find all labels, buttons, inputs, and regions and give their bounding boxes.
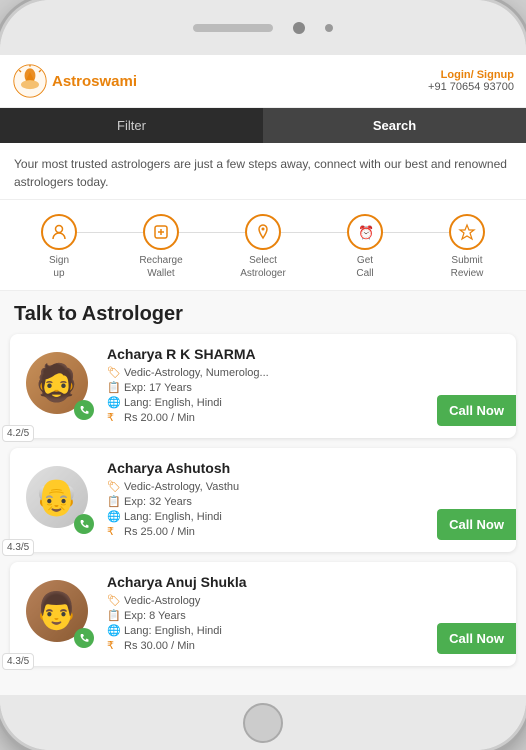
- call-now-button-2[interactable]: Call Now: [437, 623, 516, 654]
- tab-search[interactable]: Search: [263, 108, 526, 143]
- phone-bottom-bar: [0, 695, 526, 750]
- app-header: Astroswami Login/ Signup +91 70654 93700: [0, 55, 526, 108]
- call-badge-2: [74, 628, 94, 648]
- exp-row-0: 📋 Exp: 17 Years: [107, 381, 504, 394]
- price-2: Rs 30.00 / Min: [124, 640, 195, 652]
- rupee-icon-2: ₹: [107, 639, 119, 652]
- step-call-label: GetCall: [356, 254, 373, 280]
- specialty-row-2: 🏷 Vedic-Astrology: [107, 594, 504, 607]
- card-left-0: 🧔 4.2/5: [22, 352, 97, 420]
- call-now-button-0[interactable]: Call Now: [437, 395, 516, 426]
- exp-1: Exp: 32 Years: [124, 496, 192, 508]
- astrologer-card-2: 👨 4.3/5 Acharya Anuj Shukla 🏷 Vedic-: [10, 562, 516, 666]
- step-call: ⏰ GetCall: [314, 214, 416, 280]
- step-select-icon: [245, 214, 281, 250]
- avatar-0: 🧔: [26, 352, 94, 420]
- specialty-icon-2: 🏷: [107, 594, 119, 607]
- specialty-row-0: 🏷 Vedic-Astrology, Numerolog...: [107, 366, 504, 379]
- logo-icon: [12, 63, 48, 99]
- astro-name-0: Acharya R K SHARMA: [107, 346, 504, 362]
- call-badge-0: [74, 400, 94, 420]
- specialty-row-1: 🏷 Vedic-Astrology, Vasthu: [107, 480, 504, 493]
- step-select: SelectAstrologer: [212, 214, 314, 280]
- specialty-icon-0: 🏷: [107, 366, 119, 379]
- specialty-1: Vedic-Astrology, Vasthu: [124, 481, 239, 493]
- login-signup-link[interactable]: Login/ Signup: [428, 69, 514, 81]
- step-review-icon: [449, 214, 485, 250]
- rupee-icon-0: ₹: [107, 411, 119, 424]
- astro-name-1: Acharya Ashutosh: [107, 460, 504, 476]
- card-left-1: 👴 4.3/5: [22, 466, 97, 534]
- avatar-1: 👴: [26, 466, 94, 534]
- card-left-2: 👨 4.3/5: [22, 580, 97, 648]
- exp-2: Exp: 8 Years: [124, 610, 186, 622]
- avatar-2: 👨: [26, 580, 94, 648]
- specialty-0: Vedic-Astrology, Numerolog...: [124, 367, 269, 379]
- lang-icon-1: 🌐: [107, 510, 119, 523]
- steps-container: Signup RechargeWallet SelectAstrologer: [0, 200, 526, 291]
- phone-top-bar: [0, 0, 526, 55]
- step-recharge-label: RechargeWallet: [139, 254, 182, 280]
- logo-brand: Astroswami: [52, 73, 137, 90]
- logo-text: Astroswami: [52, 73, 137, 90]
- exp-row-2: 📋 Exp: 8 Years: [107, 609, 504, 622]
- step-signup-label: Signup: [49, 254, 69, 280]
- speaker: [193, 24, 273, 32]
- astrologer-list: 🧔 4.2/5 Acharya R K SHARMA 🏷 Vedic-A: [0, 334, 526, 666]
- exp-icon-2: 📋: [107, 609, 119, 622]
- lang-icon-2: 🌐: [107, 624, 119, 637]
- exp-row-1: 📋 Exp: 32 Years: [107, 495, 504, 508]
- astro-name-2: Acharya Anuj Shukla: [107, 574, 504, 590]
- price-0: Rs 20.00 / Min: [124, 412, 195, 424]
- steps-row: Signup RechargeWallet SelectAstrologer: [8, 214, 518, 280]
- nav-tabs: Filter Search: [0, 108, 526, 143]
- header-right: Login/ Signup +91 70654 93700: [428, 69, 514, 93]
- rating-1: 4.3/5: [2, 539, 34, 556]
- step-recharge-icon: [143, 214, 179, 250]
- call-badge-1: [74, 514, 94, 534]
- camera: [293, 22, 305, 34]
- specialty-icon-1: 🏷: [107, 480, 119, 493]
- step-review-label: SubmitReview: [451, 254, 484, 280]
- call-now-button-1[interactable]: Call Now: [437, 509, 516, 540]
- support-phone: +91 70654 93700: [428, 81, 514, 93]
- step-review: SubmitReview: [416, 214, 518, 280]
- step-select-label: SelectAstrologer: [240, 254, 286, 280]
- svg-text:⏰: ⏰: [358, 224, 374, 240]
- step-recharge: RechargeWallet: [110, 214, 212, 280]
- section-title: Talk to Astrologer: [0, 291, 526, 334]
- rupee-icon-1: ₹: [107, 525, 119, 538]
- step-signup: Signup: [8, 214, 110, 280]
- home-button[interactable]: [243, 703, 283, 743]
- logo-area: Astroswami: [12, 63, 137, 99]
- step-signup-icon: [41, 214, 77, 250]
- lang-icon-0: 🌐: [107, 396, 119, 409]
- lang-1: Lang: English, Hindi: [124, 511, 222, 523]
- mic-dot: [325, 24, 333, 32]
- lang-0: Lang: English, Hindi: [124, 397, 222, 409]
- astrologer-card-0: 🧔 4.2/5 Acharya R K SHARMA 🏷 Vedic-A: [10, 334, 516, 438]
- price-1: Rs 25.00 / Min: [124, 526, 195, 538]
- rating-0: 4.2/5: [2, 425, 34, 442]
- main-content: Your most trusted astrologers are just a…: [0, 143, 526, 695]
- rating-2: 4.3/5: [2, 653, 34, 670]
- exp-0: Exp: 17 Years: [124, 382, 192, 394]
- exp-icon-1: 📋: [107, 495, 119, 508]
- phone-screen: Astroswami Login/ Signup +91 70654 93700…: [0, 55, 526, 695]
- tab-filter[interactable]: Filter: [0, 108, 263, 143]
- phone-frame: Astroswami Login/ Signup +91 70654 93700…: [0, 0, 526, 750]
- promo-text: Your most trusted astrologers are just a…: [0, 143, 526, 200]
- astrologer-card-1: 👴 4.3/5 Acharya Ashutosh 🏷 Vedic-Ast: [10, 448, 516, 552]
- exp-icon-0: 📋: [107, 381, 119, 394]
- lang-2: Lang: English, Hindi: [124, 625, 222, 637]
- step-call-icon: ⏰: [347, 214, 383, 250]
- specialty-2: Vedic-Astrology: [124, 595, 200, 607]
